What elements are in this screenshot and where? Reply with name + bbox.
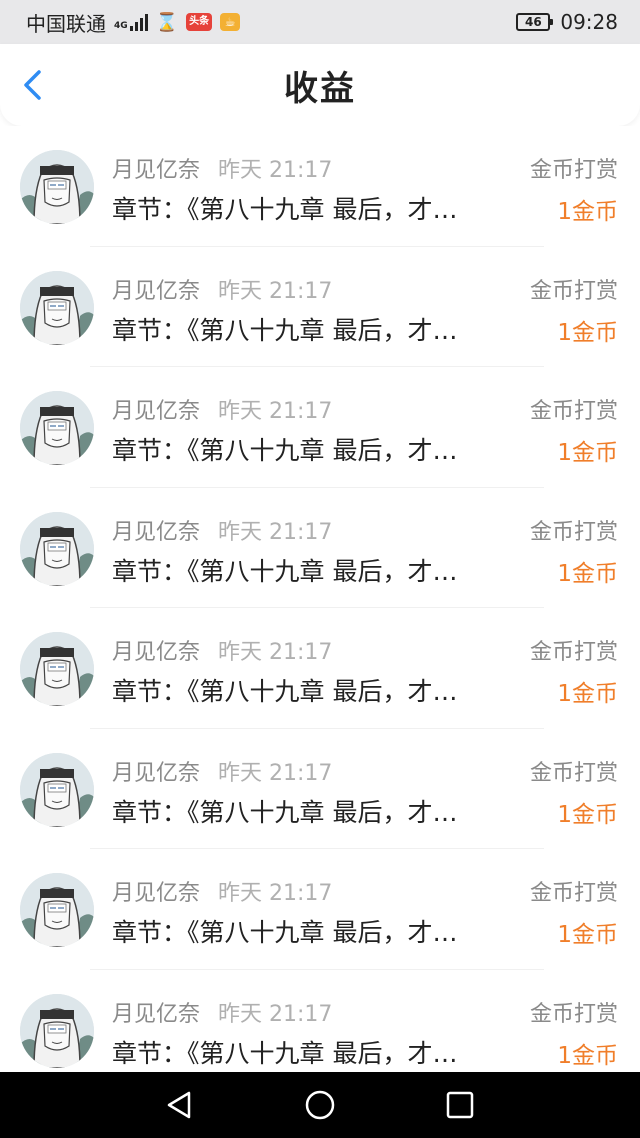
header: 收益 bbox=[0, 44, 640, 126]
avatar-image bbox=[20, 150, 94, 224]
avatar-image bbox=[20, 632, 94, 706]
reward-amount: 1金币 bbox=[557, 801, 618, 828]
avatar-image bbox=[20, 993, 94, 1068]
hourglass-icon: ⌛ bbox=[155, 11, 179, 33]
page-title: 收益 bbox=[284, 68, 356, 109]
reward-meta: 月见亿奈 昨天 21:17 bbox=[112, 152, 332, 184]
timestamp: 昨天 21:17 bbox=[218, 278, 333, 304]
list-item[interactable]: 月见亿奈 昨天 21:17 金币打赏 章节：《第八十九章 最后，才… 1金币 bbox=[0, 608, 640, 729]
clock: 09:28 bbox=[560, 10, 618, 34]
chapter-title: 章节：《第八十九章 最后，才… bbox=[112, 556, 458, 586]
reward-type: 金币打赏 bbox=[529, 1001, 618, 1027]
app-notification-badge: 头条 bbox=[186, 13, 213, 31]
signal-group: 4G bbox=[114, 13, 148, 31]
user-name: 月见亿奈 bbox=[112, 640, 201, 665]
reward-meta: 月见亿奈 昨天 21:17 bbox=[112, 514, 332, 546]
battery-icon: 46 bbox=[516, 13, 554, 31]
timestamp: 昨天 21:17 bbox=[218, 158, 333, 183]
user-name: 月见亿奈 bbox=[112, 278, 201, 304]
signal-icon bbox=[129, 13, 148, 31]
status-left: 中国联通 4G ⌛ 头条 ☕ bbox=[26, 8, 241, 37]
list-item[interactable]: 月见亿奈 昨天 21:17 金币打赏 章节：《第八十九章 最后，才… 1金币 bbox=[0, 729, 640, 850]
chapter-title: 章节：《第八十九章 最后，才… bbox=[112, 797, 458, 827]
reward-amount: 1金币 bbox=[557, 1042, 618, 1069]
avatar[interactable] bbox=[20, 391, 94, 465]
cup-app-icon: ☕ bbox=[220, 13, 241, 31]
user-name: 月见亿奈 bbox=[112, 399, 201, 424]
avatar[interactable] bbox=[20, 752, 94, 827]
reward-amount: 1金币 bbox=[557, 681, 618, 707]
list-item[interactable]: 月见亿奈 昨天 21:17 金币打赏 章节：《第八十九章 最后，才… 1金币 bbox=[0, 970, 640, 1073]
reward-type: 金币打赏 bbox=[529, 399, 618, 424]
status-bar: 中国联通 4G ⌛ 头条 ☕ 46 09:28 bbox=[0, 0, 640, 44]
list-item[interactable]: 月见亿奈 昨天 21:17 金币打赏 章节：《第八十九章 最后，才… 1金币 bbox=[0, 488, 640, 609]
reward-type: 金币打赏 bbox=[529, 519, 618, 545]
reward-type: 金币打赏 bbox=[529, 640, 618, 665]
avatar[interactable] bbox=[20, 150, 94, 224]
user-name: 月见亿奈 bbox=[112, 519, 201, 545]
triangle-back-icon bbox=[167, 1091, 191, 1119]
timestamp: 昨天 21:17 bbox=[218, 399, 333, 424]
reward-amount: 1金币 bbox=[557, 922, 618, 948]
chapter-title: 章节：《第八十九章 最后，才… bbox=[112, 195, 458, 224]
avatar[interactable] bbox=[20, 270, 94, 345]
avatar-image bbox=[20, 391, 94, 465]
reward-amount: 1金币 bbox=[557, 440, 618, 466]
system-back-button[interactable] bbox=[160, 1085, 200, 1125]
carrier-name: 中国联通 bbox=[26, 11, 106, 36]
reward-amount: 1金币 bbox=[557, 319, 618, 346]
circle-home-icon bbox=[305, 1090, 335, 1120]
status-right: 46 09:28 bbox=[516, 10, 618, 34]
chevron-left-icon bbox=[24, 70, 41, 100]
reward-meta: 月见亿奈 昨天 21:17 bbox=[112, 875, 332, 907]
back-button[interactable] bbox=[16, 68, 50, 102]
list-item[interactable]: 月见亿奈 昨天 21:17 金币打赏 章节：《第八十九章 最后，才… 1金币 bbox=[0, 126, 640, 247]
user-name: 月见亿奈 bbox=[112, 1001, 201, 1027]
list-item[interactable]: 月见亿奈 昨天 21:17 金币打赏 章节：《第八十九章 最后，才… 1金币 bbox=[0, 367, 640, 488]
system-recents-button[interactable] bbox=[440, 1085, 480, 1125]
reward-type: 金币打赏 bbox=[529, 881, 618, 906]
battery-level: 46 bbox=[525, 15, 542, 29]
reward-type: 金币打赏 bbox=[529, 278, 618, 304]
avatar[interactable] bbox=[20, 873, 94, 947]
timestamp: 昨天 21:17 bbox=[218, 881, 333, 906]
reward-meta: 月见亿奈 昨天 21:17 bbox=[112, 393, 332, 425]
timestamp: 昨天 21:17 bbox=[218, 760, 333, 786]
system-home-button[interactable] bbox=[300, 1085, 340, 1125]
reward-list: 月见亿奈 昨天 21:17 金币打赏 章节：《第八十九章 最后，才… 1金币 月… bbox=[0, 126, 640, 1072]
reward-meta: 月见亿奈 昨天 21:17 bbox=[112, 273, 332, 305]
chapter-title: 章节：《第八十九章 最后，才… bbox=[112, 315, 458, 345]
reward-amount: 1金币 bbox=[557, 560, 618, 587]
timestamp: 昨天 21:17 bbox=[218, 1001, 333, 1027]
timestamp: 昨天 21:17 bbox=[218, 640, 333, 665]
user-name: 月见亿奈 bbox=[112, 760, 201, 786]
avatar-image bbox=[20, 873, 94, 947]
reward-type: 金币打赏 bbox=[529, 760, 618, 786]
avatar-image bbox=[20, 511, 94, 586]
reward-meta: 月见亿奈 昨天 21:17 bbox=[112, 996, 332, 1028]
list-item[interactable]: 月见亿奈 昨天 21:17 金币打赏 章节：《第八十九章 最后，才… 1金币 bbox=[0, 247, 640, 368]
chapter-title: 章节：《第八十九章 最后，才… bbox=[112, 918, 458, 947]
chapter-title: 章节：《第八十九章 最后，才… bbox=[112, 1038, 458, 1068]
reward-meta: 月见亿奈 昨天 21:17 bbox=[112, 634, 332, 666]
timestamp: 昨天 21:17 bbox=[218, 519, 333, 545]
network-type: 4G bbox=[114, 21, 128, 31]
reward-meta: 月见亿奈 昨天 21:17 bbox=[112, 755, 332, 787]
user-name: 月见亿奈 bbox=[112, 881, 201, 906]
system-navigation-bar bbox=[0, 1072, 640, 1138]
user-name: 月见亿奈 bbox=[112, 158, 201, 183]
chapter-title: 章节：《第八十九章 最后，才… bbox=[112, 436, 458, 465]
chapter-title: 章节：《第八十九章 最后，才… bbox=[112, 677, 458, 706]
square-recents-icon bbox=[446, 1091, 474, 1119]
avatar[interactable] bbox=[20, 511, 94, 586]
reward-amount: 1金币 bbox=[557, 199, 618, 225]
avatar[interactable] bbox=[20, 993, 94, 1068]
reward-type: 金币打赏 bbox=[529, 158, 618, 183]
avatar[interactable] bbox=[20, 632, 94, 706]
avatar-image bbox=[20, 752, 94, 827]
avatar-image bbox=[20, 270, 94, 345]
list-item[interactable]: 月见亿奈 昨天 21:17 金币打赏 章节：《第八十九章 最后，才… 1金币 bbox=[0, 849, 640, 970]
